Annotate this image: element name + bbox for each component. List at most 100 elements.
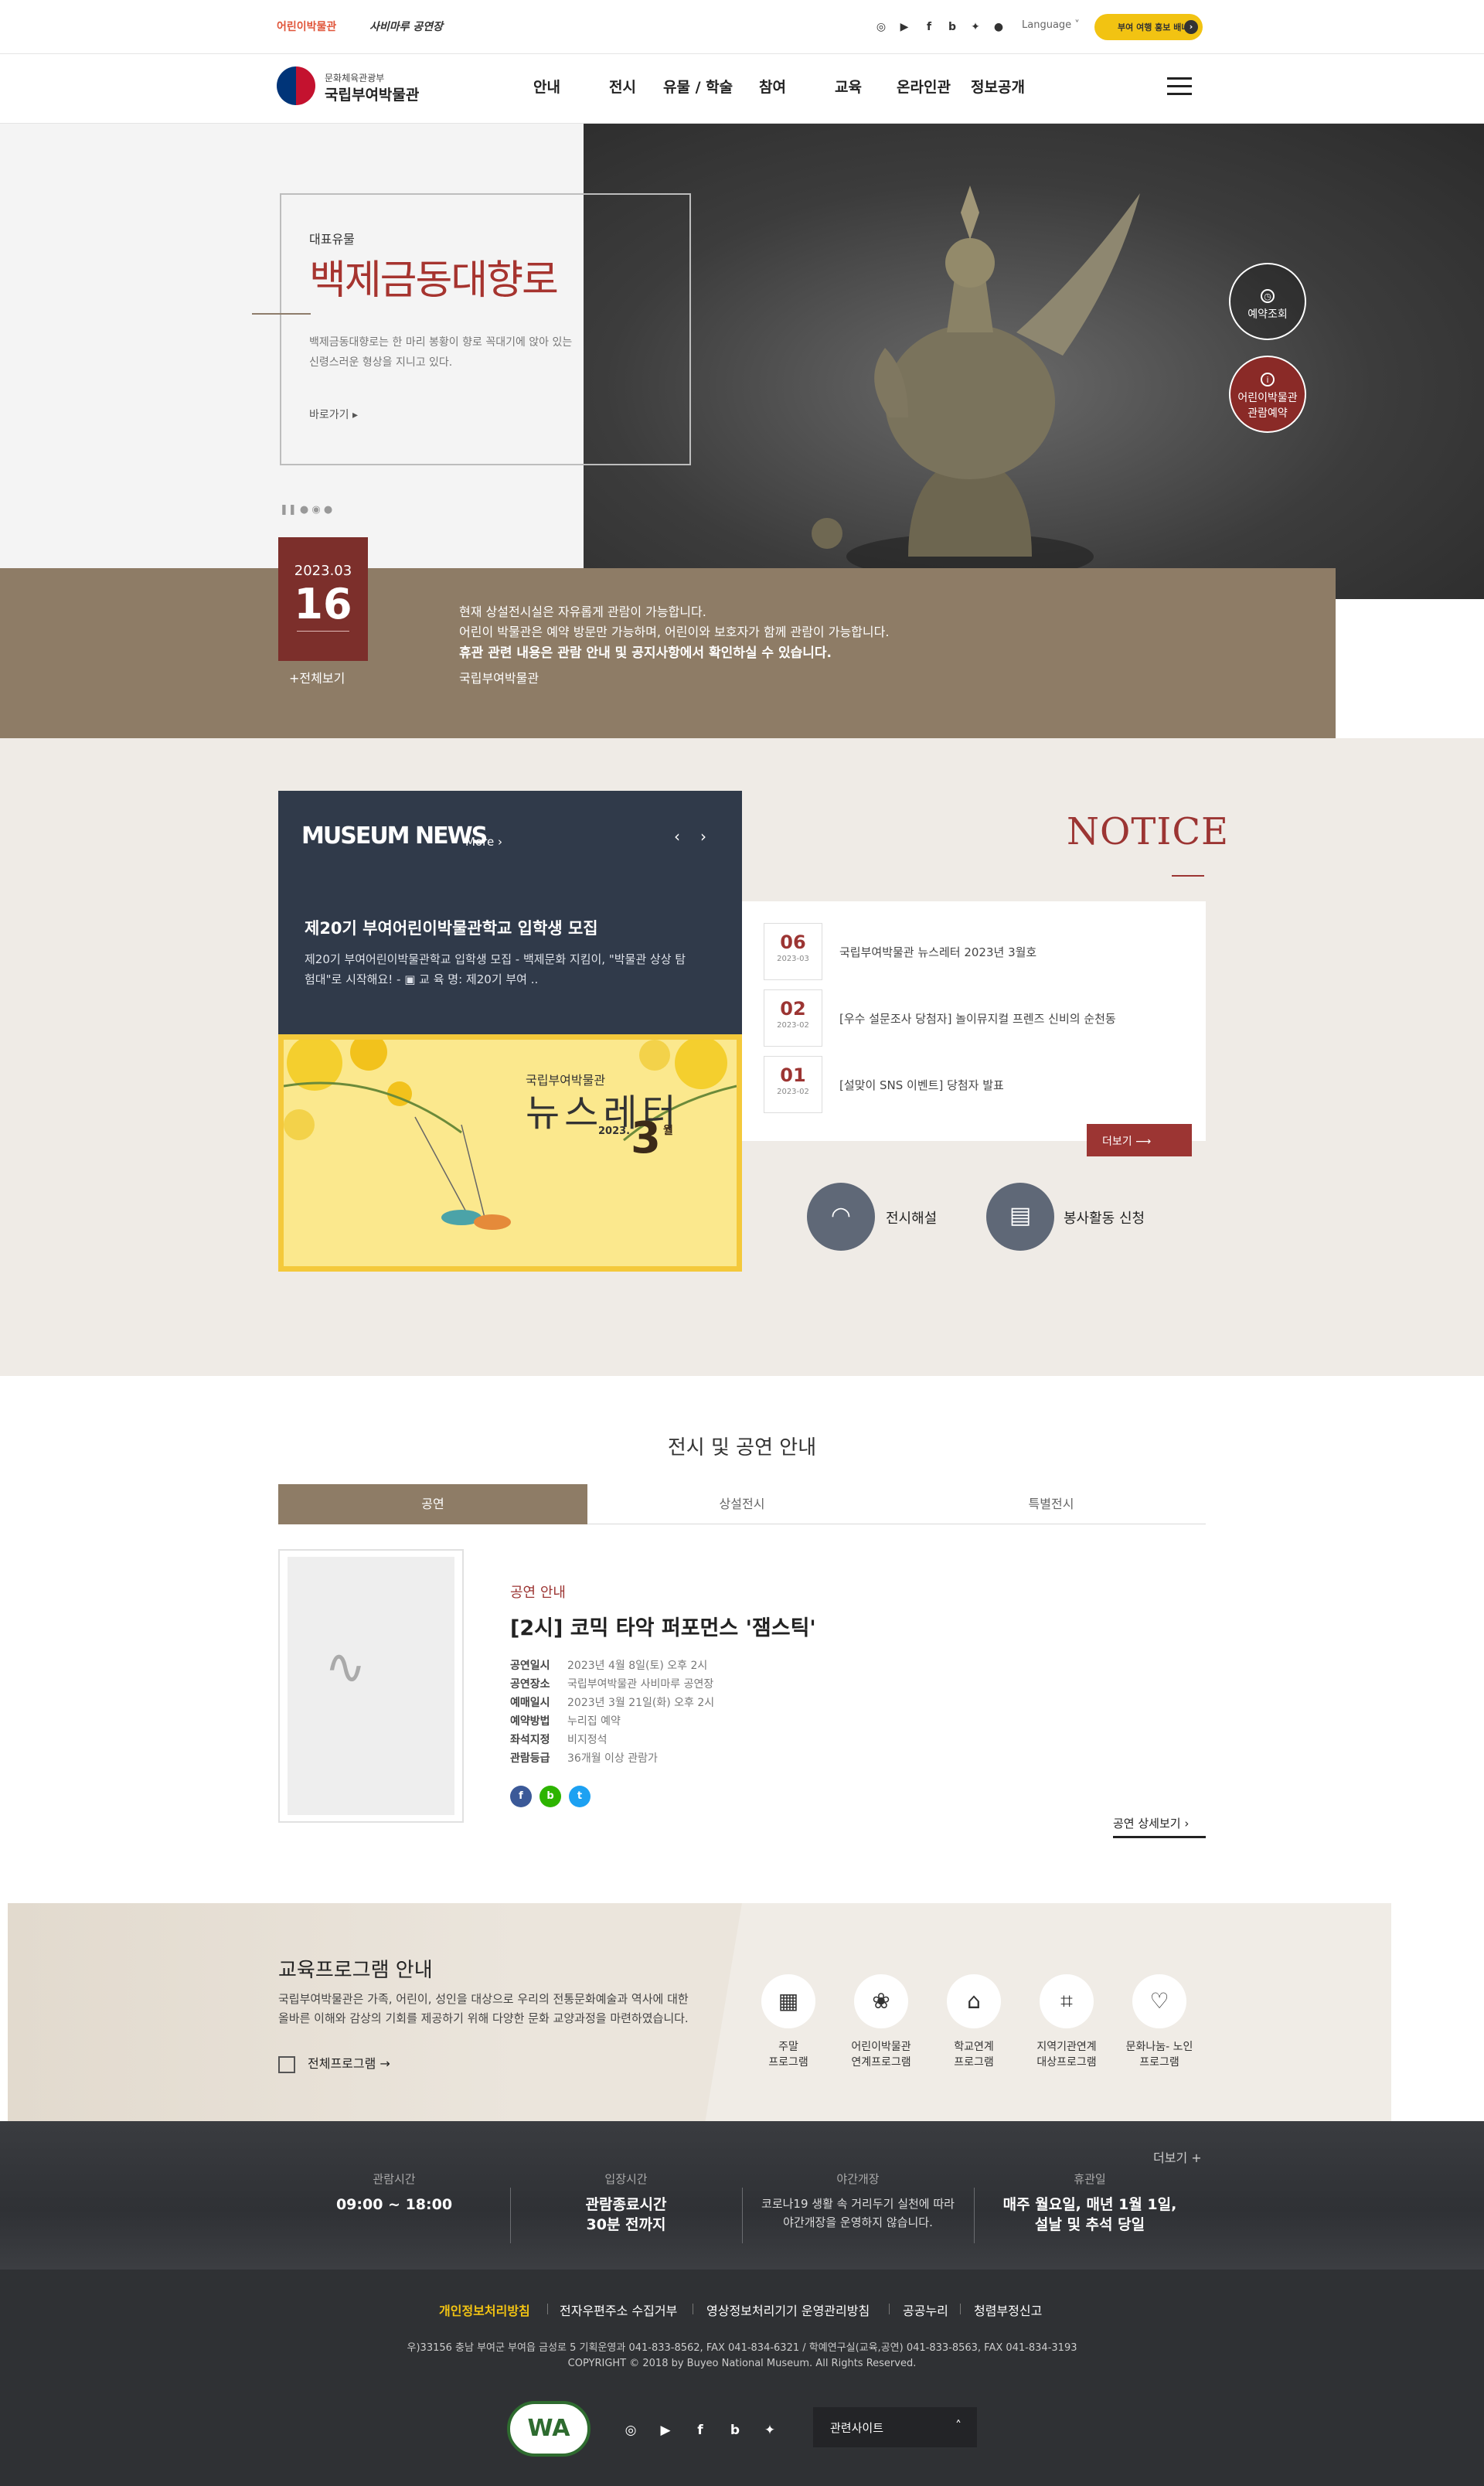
school-icon[interactable]: ⌂ (947, 1974, 1001, 2028)
education-description-2: 올바른 이해와 감상의 기회를 제공하기 위해 다양한 문화 교양과정을 마련하… (278, 2011, 689, 2025)
edu-item-senior[interactable]: 문화나눔- 노인 프로그램 (1109, 2039, 1210, 2070)
placeholder-image-icon: ∿ (325, 1639, 366, 1696)
exhibit-guide-label[interactable]: 전시해설 (886, 1207, 937, 1228)
notice-date: 01 2023-02 (764, 1056, 822, 1113)
strip-line-1: 현재 상설전시실은 자유롭게 관람이 가능합니다. (459, 604, 706, 619)
strip-line-3: 휴관 관련 내용은 관람 안내 및 공지사항에서 확인하실 수 있습니다. (459, 645, 832, 661)
volunteer-label[interactable]: 봉사활동 신청 (1064, 1207, 1145, 1228)
header (0, 54, 1484, 124)
chevron-right-icon[interactable]: › (700, 827, 706, 846)
twitter-icon[interactable]: ✦ (757, 2418, 782, 2443)
view-all-link[interactable]: +전체보기 (289, 668, 345, 686)
chevron-up-icon: ˄ (955, 2418, 962, 2433)
education-description: 국립부여박물관은 가족, 어린이, 성인을 대상으로 우리의 전통문화예술과 역… (278, 1992, 689, 2006)
cctv-policy-link[interactable]: 영상정보처리기기 운영관리방침 (706, 2300, 870, 2319)
incense-burner-illustration (812, 186, 1140, 580)
blog-icon[interactable]: b (945, 19, 960, 35)
hero-more-link[interactable]: 바로가기 ▸ (309, 407, 358, 422)
hero-title: 백제금동대향로 (309, 257, 559, 304)
logo-title[interactable]: 국립부여박물관 (325, 83, 419, 104)
kakao-icon[interactable]: ● (991, 19, 1006, 35)
headphones-icon[interactable]: ◠ (807, 1183, 875, 1251)
edu-item-regional[interactable]: 지역기관연계 대상프로그램 (1016, 2039, 1117, 2070)
blog-share-icon[interactable]: b (539, 1786, 561, 1807)
info-more-link[interactable]: 더보기 + (1153, 2147, 1202, 2166)
hours-info: 관람시간 09:00 ~ 18:00 (335, 2172, 453, 2213)
volunteer-icon[interactable]: ▤ (986, 1183, 1054, 1251)
blog-icon[interactable]: b (723, 2418, 747, 2443)
notice-title: NOTICE (1067, 810, 1230, 853)
edu-item-school[interactable]: 학교연계 프로그램 (924, 2039, 1024, 2070)
notice-date: 06 2023-03 (764, 923, 822, 980)
performance-title[interactable]: [2시] 코믹 타악 퍼포먼스 '잼스틱' (510, 1611, 816, 1641)
facebook-icon[interactable]: f (688, 2418, 713, 2443)
all-programs-link[interactable]: 전체프로그램 → (278, 2053, 390, 2073)
list-item[interactable]: 02 2023-02 [우수 설문조사 당첨자] 놀이뮤지컬 프렌즈 신비의 순천… (764, 989, 1181, 1047)
menu-icon[interactable] (1167, 77, 1192, 96)
web-accessibility-mark-icon[interactable]: WA (507, 2401, 591, 2457)
notice-underline (1172, 875, 1204, 877)
privacy-policy-link[interactable]: 개인정보처리방침 (439, 2300, 530, 2319)
info-row: 관람등급 36개월 이상 관람가 (510, 1752, 658, 1765)
twitter-icon[interactable]: ✦ (968, 19, 983, 35)
heart-hands-icon[interactable]: ♡ (1132, 1974, 1186, 2028)
divider (889, 2304, 890, 2314)
twitter-share-icon[interactable]: t (569, 1786, 591, 1807)
related-sites-select[interactable]: 관련사이트 ˄ (813, 2407, 977, 2447)
education-title: 교육프로그램 안내 (278, 1959, 433, 1982)
email-refusal-link[interactable]: 전자우편주소 수집거부 (560, 2300, 677, 2319)
graduation-cap-icon[interactable]: ⌗ (1040, 1974, 1094, 2028)
performance-detail-link[interactable]: 공연 상세보기 › (1113, 1815, 1206, 1838)
nav-education[interactable]: 교육 (835, 76, 862, 97)
notice-text[interactable]: [설맞이 SNS 이벤트] 당첨자 발표 (839, 1077, 1004, 1093)
kids-reservation-button[interactable]: i 어린이박물관 관람예약 (1229, 356, 1306, 433)
newsletter-image[interactable] (278, 1034, 742, 1272)
hero-incense-burner-image (584, 124, 1484, 599)
info-row: 공연장소 국립부여박물관 사비마루 공연장 (510, 1678, 714, 1691)
slider-pager[interactable]: ❚❚ ● ◉ ● (280, 504, 332, 516)
hero-description-2: 신령스러운 형상을 지니고 있다. (309, 356, 453, 369)
list-item[interactable]: 01 2023-02 [설맞이 SNS 이벤트] 당첨자 발표 (764, 1056, 1181, 1113)
tab-permanent[interactable]: 상설전시 (587, 1484, 897, 1524)
list-item[interactable]: 06 2023-03 국립부여박물관 뉴스레터 2023년 3월호 (764, 923, 1181, 980)
language-select[interactable]: Language ˅ (1022, 19, 1080, 31)
tree-icon[interactable]: ❀ (854, 1974, 908, 2028)
nav-guide[interactable]: 안내 (533, 76, 560, 97)
exhibit-section-title: 전시 및 공연 안내 (667, 1436, 817, 1459)
kids-museum-link[interactable]: 어린이박물관 (277, 19, 336, 34)
facebook-share-icon[interactable]: f (510, 1786, 532, 1807)
news-more-link[interactable]: More › (465, 835, 502, 849)
travel-banner[interactable]: 부여 여행 홍보 배너 › (1094, 14, 1203, 40)
newsletter-illustration (284, 1040, 737, 1230)
notice-text[interactable]: 국립부여박물관 뉴스레터 2023년 3월호 (839, 944, 1036, 960)
tab-performance[interactable]: 공연 (278, 1484, 587, 1524)
news-summary: 제20기 부여어린이박물관학교 입학생 모집 - 백제문화 지킴이, "박물관 … (305, 952, 686, 966)
instagram-icon[interactable]: ◎ (873, 19, 889, 35)
tab-special[interactable]: 특별전시 (897, 1484, 1206, 1524)
reservation-check-button[interactable]: ◷ 예약조회 (1229, 263, 1306, 340)
calendar-icon[interactable]: ▦ (761, 1974, 815, 2028)
chevron-left-icon[interactable]: ‹ (674, 827, 680, 846)
nav-participation[interactable]: 참여 (759, 76, 786, 97)
edu-item-kids[interactable]: 어린이박물관 연계프로그램 (831, 2039, 931, 2070)
news-headline[interactable]: 제20기 부여어린이박물관학교 입학생 모집 (305, 916, 598, 939)
nav-exhibition[interactable]: 전시 (609, 76, 636, 97)
hero-description: 백제금동대향로는 한 마리 봉황이 향로 꼭대기에 앉아 있는 (309, 336, 573, 349)
notice-more-button[interactable]: 더보기 ⟶ (1087, 1124, 1192, 1156)
youtube-icon[interactable]: ▶ (897, 19, 912, 35)
instagram-icon[interactable]: ◎ (618, 2418, 643, 2443)
integrity-report-link[interactable]: 청렴부정신고 (974, 2300, 1042, 2319)
notice-text[interactable]: [우수 설문조사 당첨자] 놀이뮤지컬 프렌즈 신비의 순천동 (839, 1010, 1116, 1027)
youtube-icon[interactable]: ▶ (653, 2418, 678, 2443)
logo-subtitle: 문화체육관광부 (325, 73, 385, 83)
facebook-icon[interactable]: f (921, 19, 937, 35)
calendar-icon (278, 2055, 295, 2073)
entry-info: 입장시간 관람종료시간 30분 전까지 (585, 2172, 667, 2233)
kogl-link[interactable]: 공공누리 (903, 2300, 948, 2319)
nav-relics[interactable]: 유물 / 학술 (663, 76, 733, 97)
edu-item-weekend[interactable]: 주말 프로그램 (738, 2039, 839, 2070)
theater-link[interactable]: 사비마루 공연장 (369, 19, 443, 34)
nav-disclosure[interactable]: 정보공개 (971, 76, 1025, 97)
nav-online[interactable]: 온라인관 (897, 76, 951, 97)
taegeuk-logo-icon[interactable] (277, 66, 315, 105)
